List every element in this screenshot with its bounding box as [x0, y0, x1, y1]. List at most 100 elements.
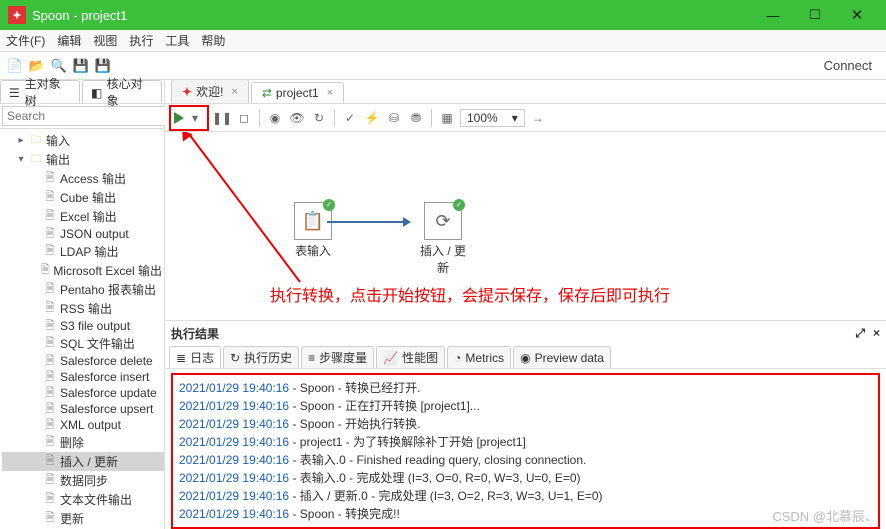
tab-project[interactable]: ⇄project1×	[251, 82, 344, 103]
arrow-right-icon[interactable]: →	[529, 109, 547, 127]
tree-item[interactable]: 🗎Cube 输出	[2, 188, 164, 207]
file-icon: 🗎	[43, 228, 57, 240]
tree-item[interactable]: 🗎Salesforce upsert	[2, 401, 164, 417]
sql-icon[interactable]: ⛁	[385, 109, 403, 127]
menu-help[interactable]: 帮助	[201, 32, 225, 49]
tree-item-label: Salesforce upsert	[60, 402, 153, 416]
zoom-select[interactable]: 100%▾	[460, 109, 525, 127]
tree-item-label: Pentaho 报表输出	[60, 281, 156, 298]
metrics-icon: ≡	[308, 351, 315, 365]
step-label: 插入 / 更新	[415, 242, 471, 276]
run-button[interactable]	[174, 112, 184, 124]
tab-metrics[interactable]: ◔Metrics	[447, 346, 511, 368]
file-icon: 🗎	[43, 284, 57, 296]
file-icon: 🗎	[43, 211, 57, 223]
save-icon[interactable]: 💾	[72, 57, 90, 75]
file-icon: 🗎	[43, 371, 57, 383]
close-panel-icon[interactable]: ×	[873, 326, 880, 341]
canvas-area[interactable]: 📋✓ 表输入 ⟳✓ 插入 / 更新 执行转换，点击开始按钮，会提示保存，保存后即…	[165, 132, 886, 320]
tree-item-label: Salesforce insert	[60, 370, 149, 384]
tree-item[interactable]: 🗎JSON output	[2, 226, 164, 242]
explore-db-icon[interactable]: ⛃	[407, 109, 425, 127]
saveas-icon[interactable]: 💾	[94, 57, 112, 75]
tab-preview[interactable]: ◉Preview data	[513, 346, 611, 368]
tree-item[interactable]: 🗎Pentaho 报表输出	[2, 280, 164, 299]
file-icon: 🗎	[43, 192, 57, 204]
preview-icon[interactable]: ◉	[266, 109, 284, 127]
tree-item[interactable]: 🗎文本文件输出	[2, 490, 164, 509]
log-line: 2021/01/29 19:40:16 - Spoon - 转换已经打开.	[179, 379, 872, 397]
tree-item[interactable]: 🗎RSS 输出	[2, 299, 164, 318]
tree-item[interactable]: 🗎S3 file output	[2, 318, 164, 334]
minimize-button[interactable]: ―	[752, 0, 794, 30]
file-icon: 🗎	[40, 265, 50, 277]
tree-item-label: RSS 输出	[60, 300, 112, 317]
chevron-down-icon[interactable]: ▾	[186, 109, 204, 127]
pause-icon[interactable]: ❚❚	[213, 109, 231, 127]
tree-item-label: Cube 输出	[60, 189, 116, 206]
menu-view[interactable]: 视图	[93, 32, 117, 49]
close-button[interactable]: ✕	[836, 0, 878, 30]
show-results-icon[interactable]: ▦	[438, 109, 456, 127]
tab-history[interactable]: ↻执行历史	[223, 346, 299, 368]
close-icon[interactable]: ×	[327, 87, 333, 99]
tree-item[interactable]: 🗎更新	[2, 509, 164, 528]
folder-icon: 🗀	[29, 135, 43, 147]
file-icon: 🗎	[43, 494, 57, 506]
tree-item[interactable]: 🗎SQL 文件输出	[2, 334, 164, 353]
tab-perf[interactable]: 📈性能图	[376, 346, 445, 368]
search-input[interactable]	[2, 106, 167, 126]
tree-item[interactable]: 🗎数据同步	[2, 471, 164, 490]
tree-item[interactable]: 🗎删除	[2, 433, 164, 452]
tree-item-label: Access 输出	[60, 170, 126, 187]
tree-item[interactable]: ▸🗀输入	[2, 131, 164, 150]
verify-icon[interactable]: ✓	[341, 109, 359, 127]
caret-icon: ▸	[16, 135, 26, 146]
log-line: 2021/01/29 19:40:16 - 插入 / 更新.0 - 完成处理 (…	[179, 487, 872, 505]
tree-item[interactable]: 🗎Microsoft Excel 输出	[2, 261, 164, 280]
tree-item[interactable]: 🗎Salesforce delete	[2, 353, 164, 369]
tab-main-tree[interactable]: ☰主对象树	[0, 80, 80, 103]
debug-icon[interactable]: 👁	[288, 109, 306, 127]
tab-log[interactable]: ≣日志	[169, 346, 221, 368]
menu-run[interactable]: 执行	[129, 32, 153, 49]
replay-icon[interactable]: ↻	[310, 109, 328, 127]
folder-icon: 🗀	[29, 154, 43, 166]
open-icon[interactable]: 📂	[28, 57, 46, 75]
menu-file[interactable]: 文件(F)	[6, 32, 45, 49]
file-icon: 🗎	[43, 338, 57, 350]
stop-icon[interactable]: ◻	[235, 109, 253, 127]
tree-item[interactable]: 🗎LDAP 输出	[2, 242, 164, 261]
window-title: Spoon - project1	[32, 8, 752, 23]
tree-item[interactable]: 🗎Salesforce insert	[2, 369, 164, 385]
annotation-arrowhead-icon	[177, 132, 193, 142]
new-icon[interactable]: 📄	[6, 57, 24, 75]
maximize-panel-icon[interactable]: ⤢	[855, 326, 865, 341]
tab-core-objects[interactable]: ◧核心对象	[82, 80, 162, 103]
tree-item[interactable]: 🗎Excel 输出	[2, 207, 164, 226]
tab-welcome[interactable]: ✦欢迎!×	[171, 80, 249, 103]
tree-item-label: 删除	[60, 434, 84, 451]
tree-item[interactable]: 🗎XML output	[2, 417, 164, 433]
connect-link[interactable]: Connect	[824, 58, 872, 73]
success-badge-icon: ✓	[453, 199, 465, 211]
tab-step-metrics[interactable]: ≡步骤度量	[301, 346, 374, 368]
menu-edit[interactable]: 编辑	[57, 32, 81, 49]
explore-icon[interactable]: 🔍	[50, 57, 68, 75]
menu-tools[interactable]: 工具	[165, 32, 189, 49]
step-table-input[interactable]: 📋✓ 表输入	[285, 202, 341, 259]
tree-item[interactable]: 🗎Access 输出	[2, 169, 164, 188]
transform-icon: ⇄	[262, 86, 272, 100]
tree-item-label: XML output	[60, 418, 121, 432]
maximize-button[interactable]: ☐	[794, 0, 836, 30]
step-insert-update[interactable]: ⟳✓ 插入 / 更新	[415, 202, 471, 276]
tree-item[interactable]: 🗎Salesforce update	[2, 385, 164, 401]
tree-icon: ☰	[9, 86, 21, 98]
impact-icon[interactable]: ⚡	[363, 109, 381, 127]
tree-item[interactable]: 🗎插入 / 更新	[2, 452, 164, 471]
close-icon[interactable]: ×	[231, 86, 237, 98]
hop-line[interactable]	[327, 221, 405, 223]
sidebar: ☰主对象树 ◧核心对象 ⇵ ⌂ ▸🗀输入▾🗀输出🗎Access 输出🗎Cube …	[0, 80, 165, 529]
tree-item[interactable]: ▾🗀输出	[2, 150, 164, 169]
log-line: 2021/01/29 19:40:16 - Spoon - 正在打开转换 [pr…	[179, 397, 872, 415]
